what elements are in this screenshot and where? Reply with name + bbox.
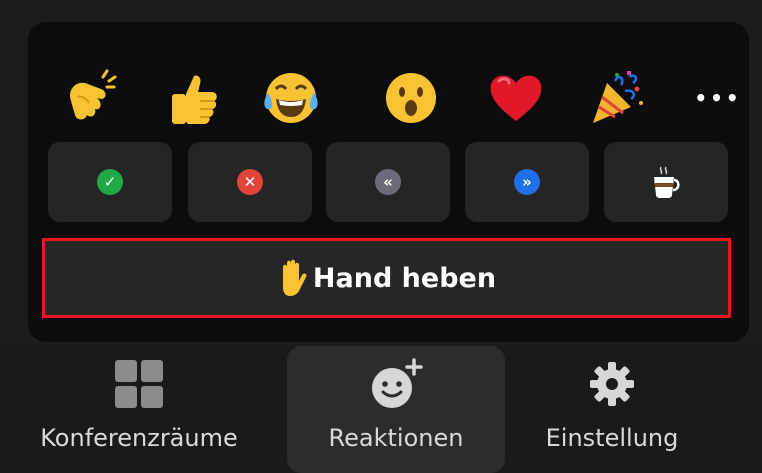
thumbs-up-icon xyxy=(172,75,217,124)
x-mark-icon: ✕ xyxy=(237,169,263,195)
toolbar-breakout-rooms[interactable]: Konferenzräume xyxy=(14,346,264,473)
more-icon: ••• xyxy=(694,86,742,110)
party-popper-icon xyxy=(593,71,643,123)
raise-hand-button[interactable]: Hand heben xyxy=(42,238,731,318)
reactions-popup: ••• ✓ ✕ « » Hand heben xyxy=(28,22,749,342)
rewind-icon: « xyxy=(375,169,401,195)
gear-icon xyxy=(590,362,634,406)
party-popper-emoji[interactable] xyxy=(576,58,656,138)
tears-of-joy-emoji[interactable] xyxy=(251,58,331,138)
red-heart-icon xyxy=(490,75,542,121)
toolbar-label: Reaktionen xyxy=(328,424,464,452)
open-mouth-icon xyxy=(386,73,436,123)
coffee-break-button[interactable] xyxy=(604,142,728,222)
fast-forward-icon: » xyxy=(514,169,540,195)
raised-hand-icon xyxy=(282,259,307,296)
open-mouth-emoji[interactable] xyxy=(371,58,451,138)
grid-icon xyxy=(115,360,163,408)
slow-down-button[interactable]: « xyxy=(326,142,450,222)
emoji-reactions-row: ••• xyxy=(28,58,749,138)
coffee-cup-icon xyxy=(654,166,680,198)
checkmark-icon: ✓ xyxy=(97,169,123,195)
thumbs-up-emoji[interactable] xyxy=(154,58,234,138)
toolbar-label: Konferenzräume xyxy=(40,424,238,452)
tears-of-joy-icon xyxy=(264,73,318,123)
toolbar-label: Einstellung xyxy=(545,424,679,452)
clapping-hands-emoji[interactable] xyxy=(48,58,128,138)
clapping-hands-icon xyxy=(69,69,117,120)
toolbar-reactions[interactable]: Reaktionen xyxy=(287,346,505,473)
no-button[interactable]: ✕ xyxy=(188,142,312,222)
more-reactions-button[interactable]: ••• xyxy=(678,58,758,138)
bottom-toolbar: Konferenzräume Reaktionen Einstellung xyxy=(0,346,762,473)
toolbar-settings[interactable]: Einstellung xyxy=(520,346,704,473)
red-heart-emoji[interactable] xyxy=(476,58,556,138)
yes-button[interactable]: ✓ xyxy=(48,142,172,222)
add-reaction-icon xyxy=(372,358,423,408)
speed-up-button[interactable]: » xyxy=(465,142,589,222)
raise-hand-label: Hand heben xyxy=(312,262,497,294)
